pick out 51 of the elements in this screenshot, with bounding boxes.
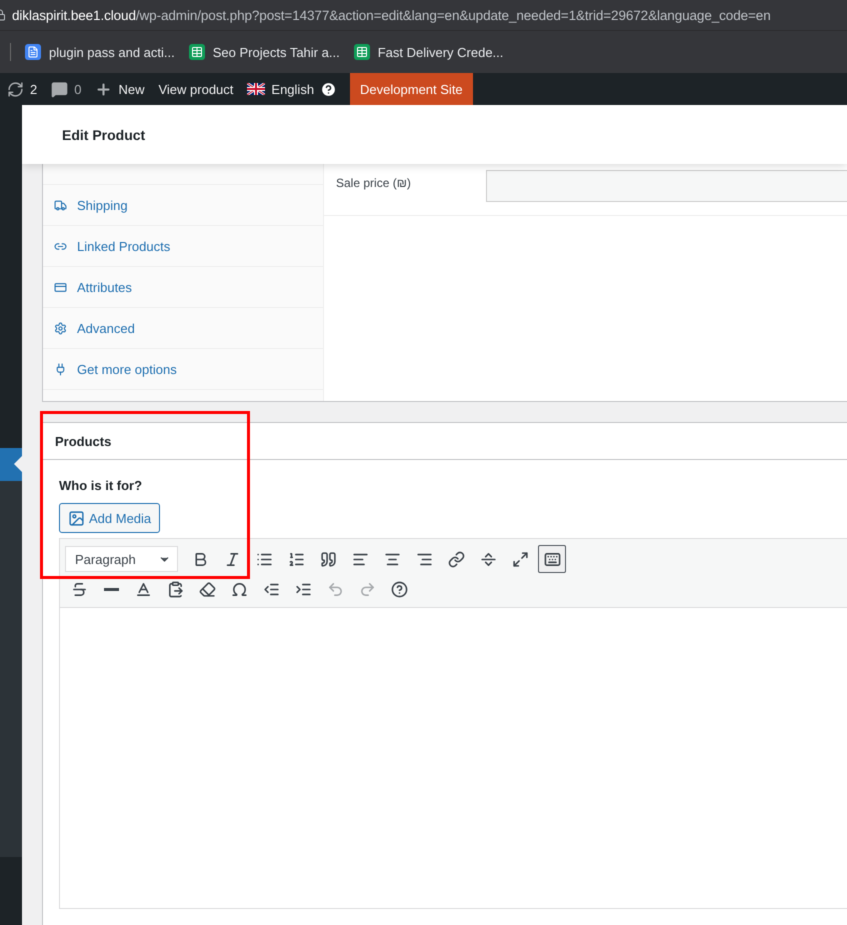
comments-link[interactable]: 0 — [44, 73, 88, 105]
add-media-button[interactable]: Add Media — [59, 503, 160, 533]
document-icon — [25, 44, 41, 60]
help-icon — [320, 80, 338, 98]
sidebar-current-item[interactable] — [0, 448, 22, 481]
product-data-tab[interactable]: Get more options — [43, 349, 323, 390]
paste-text-icon — [166, 580, 184, 598]
quote-icon — [320, 550, 336, 568]
plus-icon — [95, 80, 112, 98]
spreadsheet-icon — [188, 44, 205, 60]
updates-link[interactable]: 2 — [0, 73, 44, 105]
flag-icon — [247, 83, 266, 95]
plug-icon — [54, 362, 67, 376]
development-site-link[interactable]: Development Site — [350, 73, 473, 105]
link-icon — [448, 550, 464, 568]
text-color-icon — [134, 580, 152, 598]
field-label: Who is it for? — [59, 478, 144, 493]
redo-icon — [358, 580, 376, 598]
refresh-icon — [7, 80, 24, 98]
help-icon — [390, 580, 408, 598]
bookmark[interactable]: Seo Projects Tahir a... — [188, 44, 340, 60]
toolbar-toggle-button[interactable] — [538, 545, 566, 573]
format-select[interactable]: Paragraph — [65, 546, 178, 572]
product-data-tab[interactable]: Attributes — [43, 267, 323, 308]
language-switcher[interactable]: English — [240, 73, 344, 105]
gear-icon — [54, 322, 67, 334]
media-icon — [68, 510, 85, 526]
product-data-tab[interactable]: Shipping — [43, 185, 323, 226]
truck-icon — [54, 198, 67, 212]
numbered-list-icon — [288, 550, 304, 568]
bookmark[interactable]: plugin pass and acti... — [25, 44, 175, 60]
spreadsheet-icon — [354, 44, 370, 60]
strikethrough-icon — [70, 580, 88, 598]
undo-icon — [326, 580, 344, 598]
view-product-link[interactable]: View product — [151, 73, 240, 105]
new-link[interactable]: New — [88, 73, 152, 105]
card-icon — [54, 280, 67, 294]
fullscreen-icon — [512, 550, 528, 568]
omega-icon — [230, 580, 248, 598]
comment-icon — [51, 80, 68, 98]
sale-price-label: Sale price (₪) — [336, 175, 412, 192]
read-more-icon — [480, 550, 496, 568]
bookmark[interactable]: Fast Delivery Crede... — [354, 44, 504, 60]
box-title: Products — [55, 434, 112, 448]
product-data-tab[interactable]: Linked Products — [43, 226, 323, 267]
eraser-icon — [198, 580, 216, 598]
keyboard-icon — [544, 550, 560, 568]
sidebar-pointer — [14, 456, 22, 472]
product-data-tab[interactable]: Advanced — [43, 308, 323, 349]
page-title: Edit Product — [62, 126, 146, 142]
sale-price-field[interactable] — [486, 170, 847, 202]
